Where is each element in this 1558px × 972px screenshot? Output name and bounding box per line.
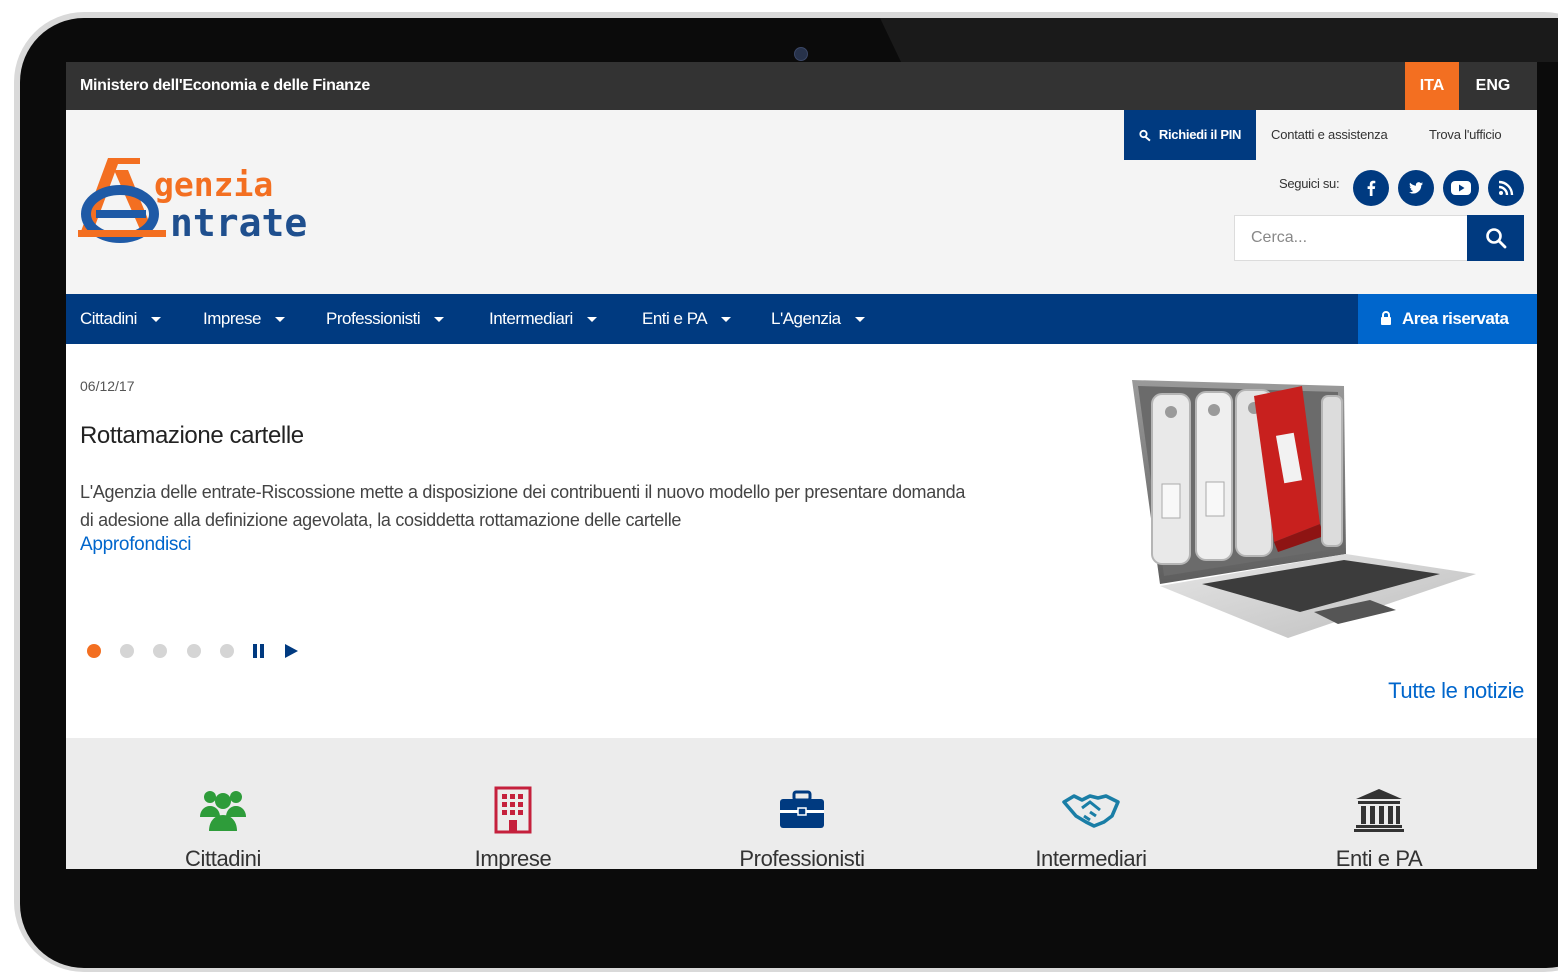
briefcase-icon bbox=[772, 782, 832, 838]
facebook-icon[interactable] bbox=[1353, 170, 1389, 206]
key-icon bbox=[1139, 129, 1151, 141]
category-label: Cittadini bbox=[185, 846, 261, 869]
search-button[interactable] bbox=[1467, 215, 1524, 261]
twitter-icon[interactable] bbox=[1398, 170, 1434, 206]
pin-label: Richiedi il PIN bbox=[1158, 127, 1242, 142]
building-icon bbox=[483, 782, 543, 838]
handshake-icon bbox=[1061, 782, 1121, 838]
category-label: Professionisti bbox=[739, 846, 865, 869]
nav-label: Imprese bbox=[203, 309, 261, 328]
category-label: Intermediari bbox=[1035, 846, 1147, 869]
category-label: Enti e PA bbox=[1335, 846, 1423, 869]
reserved-area-button[interactable]: Area riservata bbox=[1358, 294, 1537, 344]
category-label: Imprese bbox=[474, 846, 552, 869]
nav-label: Professionisti bbox=[326, 309, 421, 328]
carousel-dot-1[interactable] bbox=[87, 644, 101, 658]
nav-label: Enti e PA bbox=[642, 309, 708, 328]
nav-label: L'Agenzia bbox=[771, 309, 841, 328]
youtube-icon[interactable] bbox=[1443, 170, 1479, 206]
nav-item-cittadini[interactable]: Cittadini bbox=[80, 294, 161, 344]
request-pin-button[interactable]: Richiedi il PIN bbox=[1124, 110, 1256, 160]
reserved-area-label: Area riservata bbox=[1402, 309, 1509, 328]
site-header: genzia ntrate Richiedi il PIN Contatti e… bbox=[66, 110, 1537, 294]
nav-item-enti-pa[interactable]: Enti e PA bbox=[642, 294, 732, 344]
news-carousel: 06/12/17 Rottamazione cartelle L'Agenzia… bbox=[66, 344, 1537, 738]
play-icon[interactable] bbox=[281, 641, 301, 661]
find-office-link[interactable]: Trova l'ufficio bbox=[1429, 110, 1502, 160]
language-ita[interactable]: ITA bbox=[1405, 62, 1459, 110]
category-band: Cittadini Imprese Professionisti Interme… bbox=[66, 738, 1537, 869]
nav-item-professionisti[interactable]: Professionisti bbox=[326, 294, 445, 344]
carousel-dot-2[interactable] bbox=[120, 644, 134, 658]
nav-item-imprese[interactable]: Imprese bbox=[203, 294, 285, 344]
agenzia-entrate-logo[interactable]: genzia ntrate bbox=[78, 158, 348, 244]
follow-label: Seguici su: bbox=[1279, 176, 1340, 191]
all-news-link[interactable]: Tutte le notizie bbox=[1388, 678, 1524, 704]
caret-down-icon bbox=[274, 317, 285, 323]
nav-label: Intermediari bbox=[489, 309, 573, 328]
caret-down-icon bbox=[721, 317, 732, 323]
laptop-binders-image bbox=[1132, 380, 1476, 638]
carousel-dot-5[interactable] bbox=[220, 644, 234, 658]
browser-screen: Ministero dell'Economia e delle Finanze … bbox=[66, 62, 1537, 869]
caret-down-icon bbox=[854, 317, 865, 323]
institution-icon bbox=[1349, 782, 1409, 838]
camera-icon bbox=[794, 47, 808, 61]
nav-item-intermediari[interactable]: Intermediari bbox=[489, 294, 597, 344]
carousel-dot-3[interactable] bbox=[153, 644, 167, 658]
nav-item-agenzia[interactable]: L'Agenzia bbox=[771, 294, 865, 344]
logo-text-agenzia: genzia bbox=[154, 165, 273, 204]
news-description: L'Agenzia delle entrate-Riscossione mett… bbox=[80, 482, 966, 530]
search-icon bbox=[1485, 228, 1506, 249]
main-navigation: Cittadini Imprese Professionisti Interme… bbox=[66, 294, 1537, 344]
carousel-dot-4[interactable] bbox=[187, 644, 201, 658]
lock-icon bbox=[1381, 311, 1391, 325]
pause-icon[interactable] bbox=[249, 641, 269, 661]
caret-down-icon bbox=[434, 317, 445, 323]
nav-label: Cittadini bbox=[80, 309, 137, 328]
caret-down-icon bbox=[150, 317, 161, 323]
search-input[interactable]: Cerca... bbox=[1234, 215, 1468, 261]
news-title[interactable]: Rottamazione cartelle bbox=[80, 422, 304, 450]
top-bar: Ministero dell'Economia e delle Finanze … bbox=[66, 62, 1537, 110]
people-icon bbox=[193, 782, 253, 838]
news-date: 06/12/17 bbox=[80, 378, 135, 394]
ministry-link[interactable]: Ministero dell'Economia e delle Finanze bbox=[80, 62, 370, 110]
language-eng[interactable]: ENG bbox=[1466, 62, 1520, 110]
logo-text-entrate: ntrate bbox=[170, 201, 307, 244]
bezel-highlight bbox=[880, 18, 1558, 62]
caret-down-icon bbox=[586, 317, 597, 323]
logo-e-bar bbox=[96, 210, 146, 218]
logo-base-bar bbox=[78, 230, 166, 237]
rss-icon[interactable] bbox=[1488, 170, 1524, 206]
read-more-link[interactable]: Approfondisci bbox=[80, 534, 192, 556]
contacts-link[interactable]: Contatti e assistenza bbox=[1271, 110, 1388, 160]
